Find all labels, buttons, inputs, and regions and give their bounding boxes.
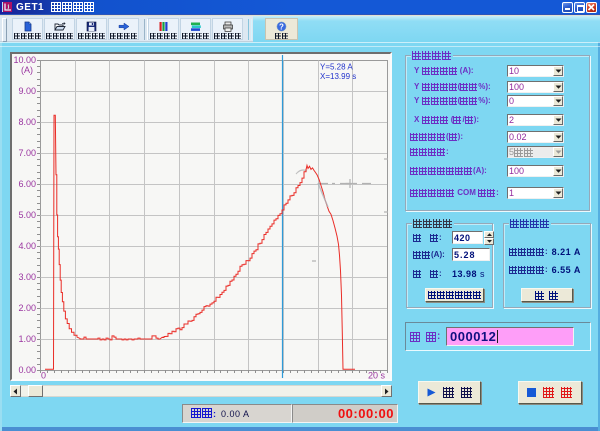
svg-text:0.00: 0.00 <box>18 365 36 375</box>
svg-text:5.00: 5.00 <box>18 210 36 220</box>
svg-text:Y=5.28 A: Y=5.28 A <box>320 63 353 72</box>
svg-text:X=13.99 s: X=13.99 s <box>320 72 356 81</box>
svg-text:4.00: 4.00 <box>18 241 36 251</box>
svg-text:10.00: 10.00 <box>13 55 36 65</box>
svg-text:6.00: 6.00 <box>18 179 36 189</box>
svg-text:(A): (A) <box>21 65 33 75</box>
svg-text:?: ? <box>279 22 284 31</box>
svg-text:0: 0 <box>41 371 46 380</box>
svg-text:8.00: 8.00 <box>18 117 36 127</box>
svg-text:7.00: 7.00 <box>18 148 36 158</box>
svg-text:20 s: 20 s <box>368 371 386 380</box>
svg-text:2.00: 2.00 <box>18 303 36 313</box>
svg-text:3.00: 3.00 <box>18 272 36 282</box>
svg-text:9.00: 9.00 <box>18 86 36 96</box>
svg-text:1.00: 1.00 <box>18 334 36 344</box>
